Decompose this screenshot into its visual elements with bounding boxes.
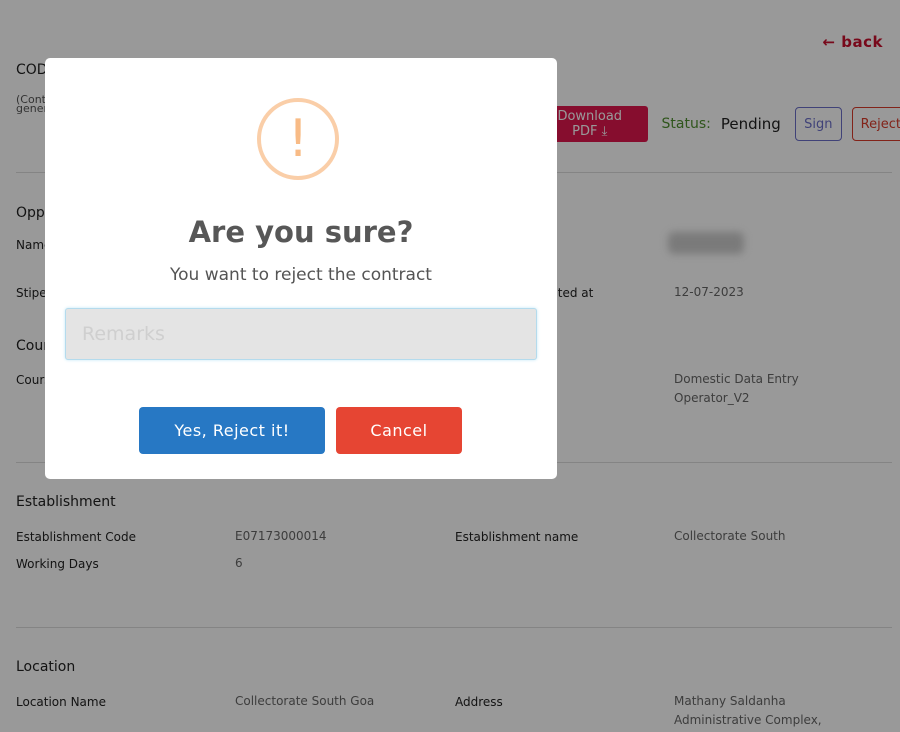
confirm-reject-button[interactable]: Yes, Reject it! [139,407,325,454]
remarks-input[interactable] [65,308,537,360]
confirm-reject-dialog: ! Are you sure? You want to reject the c… [45,58,557,479]
dialog-message: You want to reject the contract [170,265,432,285]
dialog-title: Are you sure? [188,215,414,249]
cancel-button[interactable]: Cancel [336,407,462,454]
warning-icon: ! [257,98,339,180]
